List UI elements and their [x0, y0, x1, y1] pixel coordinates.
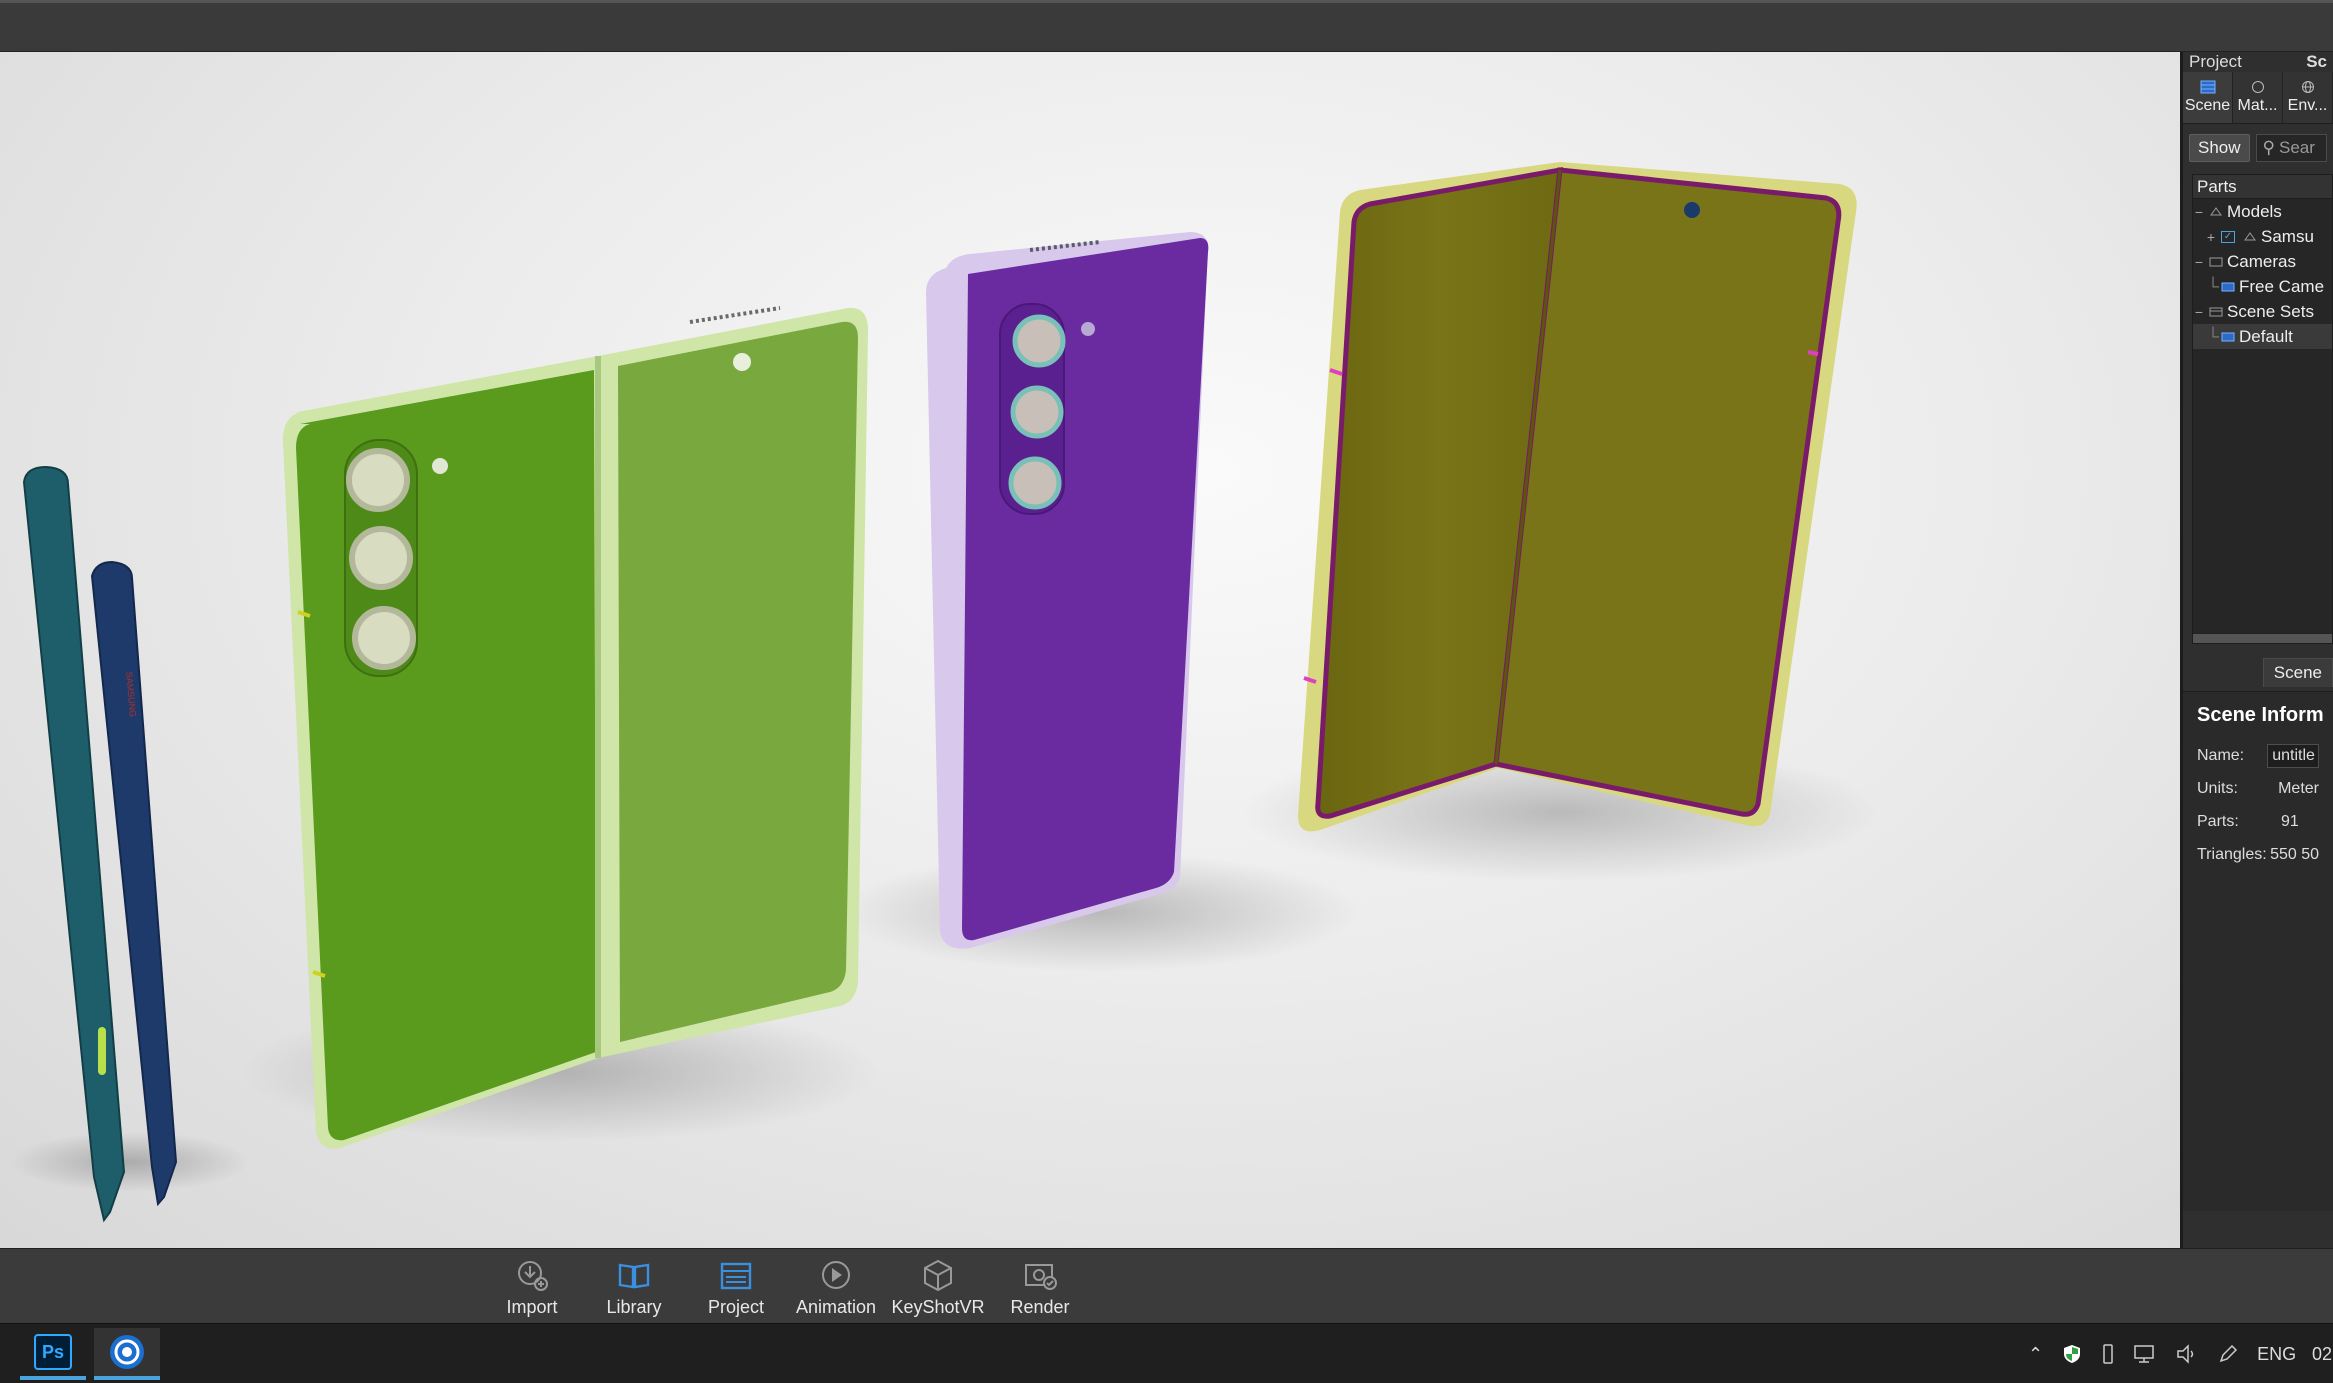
photoshop-icon: Ps [34, 1334, 72, 1370]
cameras-icon [2209, 257, 2223, 266]
chevron-up-icon[interactable]: ⌃ [2028, 1344, 2043, 1365]
checkbox-checked-icon[interactable]: ✓ [2221, 230, 2235, 243]
project-icon [720, 1262, 752, 1290]
scene-tree: Parts − Models + ✓ Samsu − Cameras └ Fre… [2192, 174, 2333, 644]
os-taskbar: Ps ⌃ ENG 02 [0, 1323, 2333, 1383]
show-button[interactable]: Show [2189, 134, 2250, 162]
scene-information: Scene Inform Name: untitle Units: Meter … [2183, 691, 2333, 1211]
info-row-units: Units: Meter [2197, 779, 2319, 797]
models-icon [2210, 206, 2222, 215]
tab-material[interactable]: Mat... [2233, 72, 2283, 123]
project-panel: Project Sc Scene Mat... Env... Show ⚲ Se… [2180, 52, 2333, 1248]
info-row-triangles: Triangles: 550 50 [2197, 845, 2319, 863]
import-icon [518, 1261, 548, 1291]
tab-environment[interactable]: Env... [2283, 72, 2333, 123]
shield-icon[interactable] [2061, 1343, 2083, 1365]
collapse-icon[interactable]: − [2193, 304, 2205, 320]
import-button[interactable]: Import [482, 1257, 582, 1321]
collapse-icon[interactable]: − [2193, 204, 2205, 220]
model-icon [2244, 231, 2256, 240]
scene-info-title: Scene Inform [2197, 704, 2324, 726]
scene-set-icon [2221, 332, 2235, 341]
phone-purple-folded [926, 232, 1209, 949]
properties-tabs: Scene [2183, 658, 2333, 687]
pen-icon[interactable] [2217, 1343, 2239, 1365]
clock[interactable]: 02 [2312, 1324, 2332, 1383]
volume-icon[interactable] [2175, 1343, 2199, 1365]
tree-item-free-camera[interactable]: └ Free Came [2193, 274, 2332, 299]
info-row-parts: Parts: 91 [2197, 812, 2299, 830]
environment-icon [2301, 81, 2314, 93]
material-icon [2251, 81, 2264, 93]
render-button[interactable]: Render [990, 1257, 1090, 1321]
animation-button[interactable]: Animation [786, 1257, 886, 1321]
horizontal-scrollbar[interactable] [2193, 633, 2332, 643]
panel-header: Project Sc [2183, 52, 2333, 72]
search-placeholder: Sear [2278, 138, 2315, 157]
phone-olive-standing [1298, 162, 1857, 832]
show-row: Show ⚲ Sear [2183, 130, 2333, 166]
taskbar-photoshop[interactable]: Ps [20, 1328, 86, 1380]
scene-icon [2200, 80, 2215, 94]
info-row-name: Name: untitle [2197, 739, 2319, 772]
tree-item-cameras[interactable]: − Cameras [2193, 249, 2332, 274]
render-viewport[interactable]: SAMSUNG [0, 52, 2180, 1248]
collapse-icon[interactable]: − [2193, 254, 2205, 270]
taskbar-keyshot[interactable] [94, 1328, 160, 1380]
render-icon [1025, 1264, 1057, 1290]
tree-item-model[interactable]: + ✓ Samsu [2193, 224, 2332, 249]
usb-drive-icon[interactable] [2101, 1343, 2115, 1365]
scene-render: SAMSUNG [10, 162, 1880, 1223]
language-indicator[interactable]: ENG [2257, 1344, 2296, 1365]
tree-title: Parts [2193, 175, 2332, 199]
panel-title-right: Sc [2306, 52, 2327, 71]
tree-item-models[interactable]: − Models [2193, 199, 2332, 224]
animation-icon [822, 1261, 850, 1289]
keyshotvr-icon [924, 1259, 952, 1292]
title-bar [0, 0, 2333, 52]
tree-item-default[interactable]: └ Default [2193, 324, 2332, 349]
tab-scene[interactable]: Scene [2183, 72, 2233, 123]
expand-icon[interactable]: + [2205, 229, 2217, 245]
library-button[interactable]: Library [584, 1257, 684, 1321]
panel-title: Project [2189, 52, 2242, 71]
keyshot-icon [110, 1335, 144, 1369]
library-icon [618, 1263, 650, 1289]
scene-sets-icon [2209, 307, 2223, 316]
search-icon: ⚲ [2262, 138, 2275, 157]
main-toolbar: Import Library Project Animation KeyShot… [0, 1248, 2333, 1323]
search-input[interactable]: ⚲ Sear [2255, 134, 2327, 162]
tree-item-scene-sets[interactable]: − Scene Sets [2193, 299, 2332, 324]
project-button[interactable]: Project [686, 1257, 786, 1321]
camera-icon [2221, 282, 2235, 291]
tab-scene-properties[interactable]: Scene [2262, 658, 2333, 687]
network-icon[interactable] [2133, 1343, 2157, 1365]
panel-tabs: Scene Mat... Env... [2183, 72, 2333, 124]
keyshotvr-button[interactable]: KeyShotVR [888, 1257, 988, 1321]
system-tray: ⌃ ENG [2028, 1324, 2296, 1383]
scene-name-field[interactable]: untitle [2267, 743, 2319, 768]
